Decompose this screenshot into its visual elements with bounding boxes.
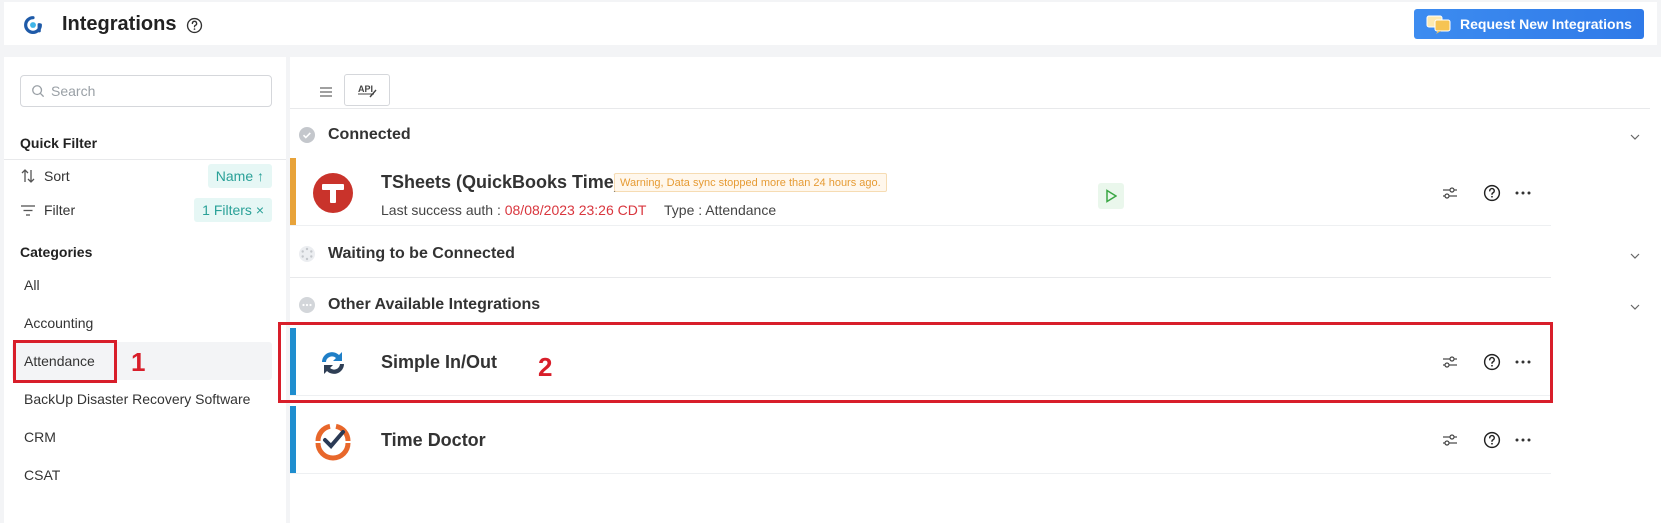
integration-card-tsheets[interactable]: TSheets (QuickBooks Time) Warning, Data … [290,158,1551,226]
chat-icon [1426,15,1451,34]
request-button-label: Request New Integrations [1460,16,1632,32]
page-header: Integrations Request New Integrations [4,2,1657,45]
integration-type: Type : Attendance [664,202,777,218]
category-item-all[interactable]: All [12,266,272,304]
category-item-csat[interactable]: CSAT [12,456,272,494]
help-icon[interactable] [186,17,203,34]
chat-bubble-icon [299,297,315,313]
help-button[interactable] [1483,184,1501,202]
section-connected[interactable]: Connected [290,123,1550,147]
logo-icon [24,16,42,34]
sync-play-button[interactable] [1098,183,1124,209]
category-item-accounting[interactable]: Accounting [12,304,272,342]
section-title-other: Other Available Integrations [328,296,541,313]
integration-name: TSheets (QuickBooks Time) [381,172,620,192]
api-text: API [358,84,373,94]
categories-title: Categories [20,244,93,260]
filter-icon [21,205,35,216]
list-view-icon [320,87,332,97]
sort-label: Sort [44,168,70,184]
divider [4,159,286,160]
main-panel: API Connected TSheets (QuickBooks Time) … [290,57,1661,523]
annotation-label-1: 1 [131,347,146,377]
warning-badge: Warning, Data sync stopped more than 24 … [614,173,887,192]
more-icon [1515,191,1531,195]
section-divider [290,277,1551,278]
help-icon [1483,184,1501,202]
search-box[interactable] [20,75,272,107]
check-circle-icon [299,127,315,143]
section-other[interactable]: Other Available Integrations [290,293,1550,317]
more-button[interactable] [1514,431,1532,449]
category-item-crm[interactable]: CRM [12,418,272,456]
filter-chip[interactable]: 1 Filters × [194,198,272,222]
sort-chip[interactable]: Name ↑ [207,164,272,188]
list-view-button[interactable] [310,77,342,107]
integration-name: Time Doctor [381,430,486,450]
last-auth-label: Last success auth : [381,202,501,218]
play-icon [1106,189,1117,203]
section-waiting[interactable]: Waiting to be Connected [290,242,1550,266]
sort-row[interactable]: Sort Name ↑ [20,164,272,188]
section-title-connected: Connected [328,126,411,143]
page-title: Integrations [62,13,177,35]
more-button[interactable] [1514,184,1532,202]
integration-card-time-doctor[interactable]: Time Doctor [290,406,1551,474]
chevron-down-icon[interactable] [1629,131,1641,143]
settings-sliders-icon [1443,434,1457,446]
filter-label: Filter [44,202,76,218]
more-icon [1515,438,1531,442]
category-item-backup[interactable]: BackUp Disaster Recovery Software [12,380,272,418]
integration-meta: Last success auth : 08/08/2023 23:26 CDT… [381,202,776,218]
annotation-box-2 [278,322,1553,403]
section-title-waiting: Waiting to be Connected [328,245,515,262]
settings-button[interactable] [1441,184,1459,202]
search-icon [32,85,44,97]
time-doctor-logo [315,423,351,461]
toolbar-divider [290,108,1650,109]
filter-row[interactable]: Filter 1 Filters × [20,198,272,222]
chevron-down-icon[interactable] [1629,301,1641,313]
sort-icon [21,169,35,183]
status-bar [290,158,296,225]
loading-circle-icon [299,246,315,262]
tsheets-logo [313,173,353,213]
chevron-down-icon[interactable] [1629,250,1641,262]
api-icon: API [358,84,377,98]
settings-sliders-icon [1443,187,1457,199]
last-auth-value: 08/08/2023 23:26 CDT [504,202,647,218]
sidebar: Quick Filter Sort Name ↑ Filter 1 Filter… [4,57,286,523]
help-button[interactable] [1483,431,1501,449]
api-view-button[interactable]: API [344,74,390,106]
annotation-box-1 [13,340,117,383]
status-bar [290,406,296,473]
settings-button[interactable] [1441,431,1459,449]
annotation-label-2: 2 [538,352,553,382]
search-input[interactable] [51,83,251,99]
quick-filter-title: Quick Filter [20,135,98,151]
help-icon [1483,431,1501,449]
request-new-integrations-button[interactable]: Request New Integrations [1414,9,1644,39]
